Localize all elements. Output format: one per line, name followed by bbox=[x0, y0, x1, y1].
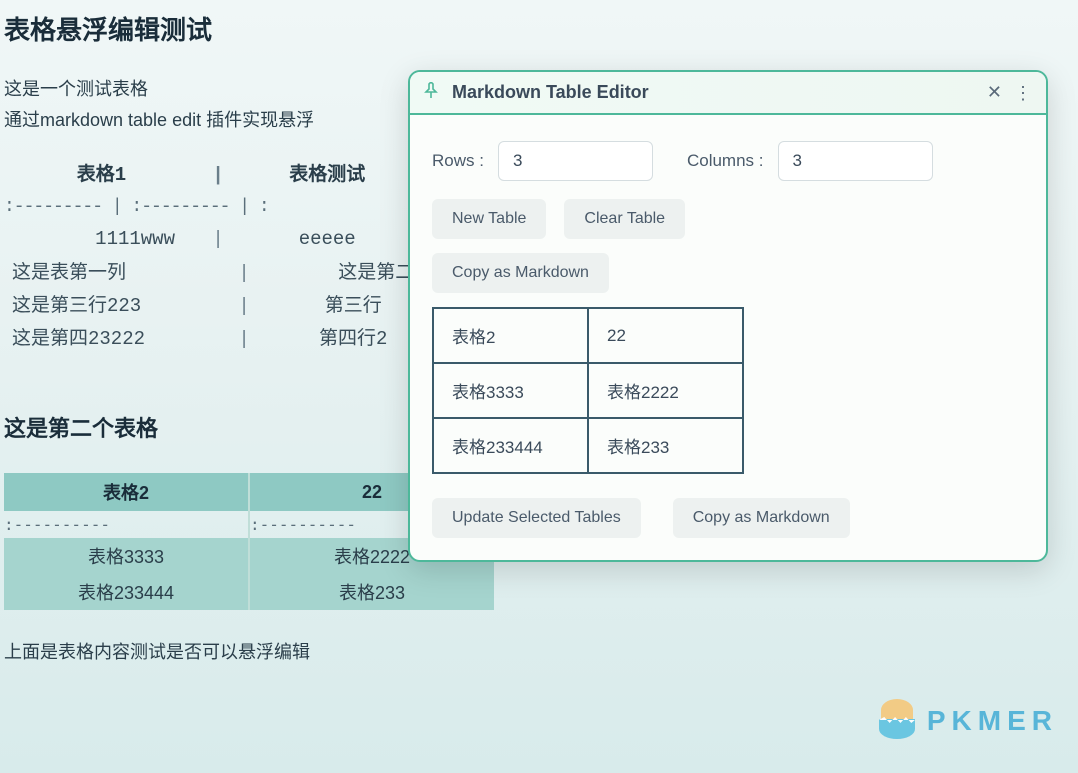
close-button[interactable]: ✕ bbox=[987, 82, 1002, 103]
editor-table[interactable]: 表格2 22 表格3333 表格2222 表格233444 表格233 bbox=[432, 307, 744, 474]
pin-icon[interactable] bbox=[424, 82, 438, 103]
raw-header-1: 表格1 bbox=[4, 159, 199, 192]
new-table-button[interactable]: New Table bbox=[432, 199, 546, 239]
rows-input[interactable] bbox=[498, 141, 653, 181]
raw-cell: 这是表第一列 bbox=[4, 257, 199, 290]
footer-note: 上面是表格内容测试是否可以悬浮编辑 bbox=[4, 638, 1078, 664]
editor-cell[interactable]: 表格233444 bbox=[433, 418, 588, 473]
panel-header[interactable]: Markdown Table Editor ✕ ⋮ bbox=[410, 72, 1046, 115]
pkmer-watermark: PKMER bbox=[875, 699, 1058, 743]
columns-label: Columns : bbox=[687, 151, 764, 171]
update-selected-button[interactable]: Update Selected Tables bbox=[432, 498, 641, 538]
pkmer-logo-icon bbox=[875, 699, 919, 743]
raw-cell: 1111www bbox=[4, 223, 199, 256]
raw-cell: eeeee bbox=[237, 223, 417, 256]
rows-label: Rows : bbox=[432, 151, 484, 171]
hl-sep-left: :---------- bbox=[4, 511, 249, 538]
editor-cell[interactable]: 表格2222 bbox=[588, 363, 743, 418]
hl-header-1: 表格2 bbox=[4, 473, 249, 511]
clear-table-button[interactable]: Clear Table bbox=[564, 199, 685, 239]
editor-cell[interactable]: 表格233 bbox=[588, 418, 743, 473]
raw-header-2: 表格测试 bbox=[237, 159, 417, 192]
raw-cell: 这是第四23222 bbox=[4, 323, 199, 356]
editor-cell[interactable]: 22 bbox=[588, 308, 743, 363]
copy-markdown-button[interactable]: Copy as Markdown bbox=[432, 253, 609, 293]
hl-cell: 表格3333 bbox=[4, 538, 249, 574]
editor-cell[interactable]: 表格3333 bbox=[433, 363, 588, 418]
hl-cell: 表格233 bbox=[249, 574, 494, 610]
panel-title: Markdown Table Editor bbox=[452, 82, 987, 103]
pkmer-text: PKMER bbox=[927, 705, 1058, 737]
more-menu-icon[interactable]: ⋮ bbox=[1014, 84, 1032, 102]
markdown-table-editor-panel: Markdown Table Editor ✕ ⋮ Rows : Columns… bbox=[408, 70, 1048, 562]
page-title: 表格悬浮编辑测试 bbox=[4, 10, 1078, 47]
raw-cell: 这是第三行223 bbox=[4, 290, 199, 323]
hl-cell: 表格233444 bbox=[4, 574, 249, 610]
columns-input[interactable] bbox=[778, 141, 933, 181]
copy-markdown-button-2[interactable]: Copy as Markdown bbox=[673, 498, 850, 538]
editor-cell[interactable]: 表格2 bbox=[433, 308, 588, 363]
